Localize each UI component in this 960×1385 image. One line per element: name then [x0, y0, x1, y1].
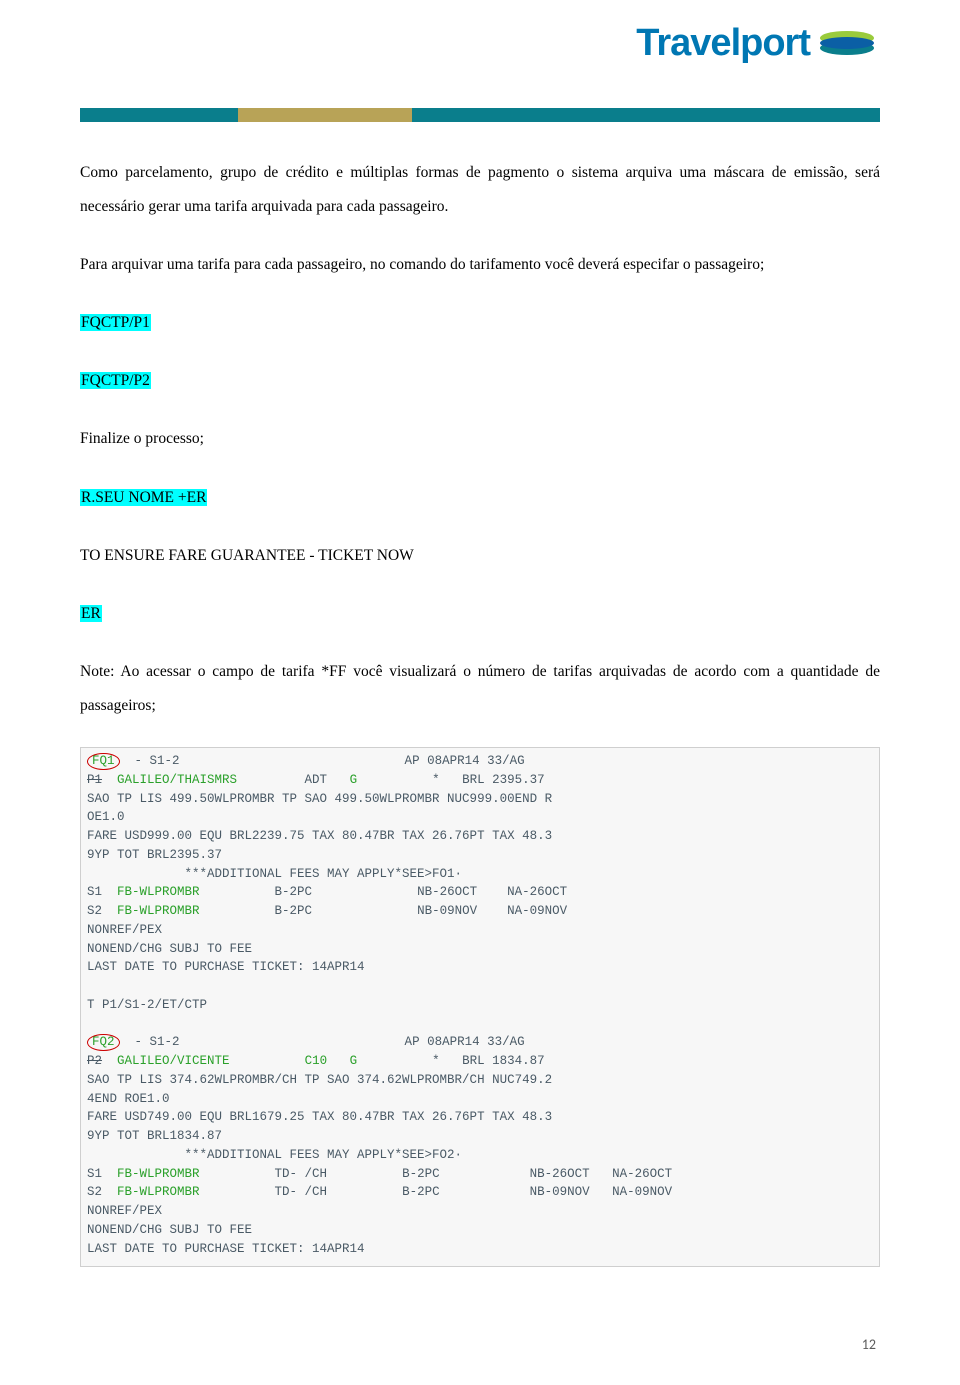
terminal-row: LAST DATE TO PURCHASE TICKET: 14APR14 [87, 958, 873, 977]
paragraph-intro: Como parcelamento, grupo de crédito e mú… [80, 156, 880, 224]
terminal-fq1-header: FQ1 - S1-2 AP 08APR14 33/AG [87, 752, 873, 771]
header-divider [80, 108, 880, 122]
command-line-1: FQCTP/P1 [80, 306, 880, 340]
terminal-row: OE1.0 [87, 808, 873, 827]
brand-logo: Travelport [636, 22, 876, 65]
terminal-row: P2 GALILEO/VICENTE C10 G * BRL 1834.87 [87, 1052, 873, 1071]
terminal-row: S1 FB-WLPROMBR B-2PC NB-26OCT NA-26OCT [87, 883, 873, 902]
terminal-row: S2 FB-WLPROMBR B-2PC NB-09NOV NA-09NOV [87, 902, 873, 921]
document-body: Como parcelamento, grupo de crédito e mú… [80, 156, 880, 1267]
fq2-circle-icon: FQ2 [87, 1034, 120, 1051]
command-line-3: R.SEU NOME +ER [80, 481, 880, 515]
terminal-row [87, 977, 873, 996]
terminal-row: NONREF/PEX [87, 1202, 873, 1221]
paragraph-instruction: Para arquivar uma tarifa para cada passa… [80, 248, 880, 282]
terminal-row: SAO TP LIS 499.50WLPROMBR TP SAO 499.50W… [87, 790, 873, 809]
brand-icon [818, 26, 876, 62]
terminal-row: NONREF/PEX [87, 921, 873, 940]
paragraph-note: Note: Ao acessar o campo de tarifa *FF v… [80, 655, 880, 723]
line-guarantee: TO ENSURE FARE GUARANTEE - TICKET NOW [80, 539, 880, 573]
terminal-row: T P1/S1-2/ET/CTP [87, 996, 873, 1015]
terminal-row: FARE USD999.00 EQU BRL2239.75 TAX 80.47B… [87, 827, 873, 846]
page-header: Travelport [0, 0, 960, 108]
terminal-fq2-header: FQ2 - S1-2 AP 08APR14 33/AG [87, 1033, 873, 1052]
terminal-row: NONEND/CHG SUBJ TO FEE [87, 940, 873, 959]
page-number: 12 [862, 1336, 876, 1353]
command-rseu: R.SEU NOME +ER [80, 489, 207, 506]
terminal-output: FQ1 - S1-2 AP 08APR14 33/AG P1 GALILEO/T… [80, 747, 880, 1267]
terminal-row: 9YP TOT BRL1834.87 [87, 1127, 873, 1146]
brand-name: Travelport [636, 22, 810, 65]
terminal-row [87, 1015, 873, 1034]
command-line-4: ER [80, 597, 880, 631]
command-er: ER [80, 605, 102, 622]
terminal-row: S1 FB-WLPROMBR TD- /CH B-2PC NB-26OCT NA… [87, 1165, 873, 1184]
terminal-row: P1 GALILEO/THAISMRS ADT G * BRL 2395.37 [87, 771, 873, 790]
terminal-row: SAO TP LIS 374.62WLPROMBR/CH TP SAO 374.… [87, 1071, 873, 1090]
terminal-row: ***ADDITIONAL FEES MAY APPLY*SEE>FO2· [87, 1146, 873, 1165]
fq1-circle-icon: FQ1 [87, 753, 120, 770]
header-divider-accent [238, 108, 412, 122]
command-line-2: FQCTP/P2 [80, 364, 880, 398]
terminal-row: ***ADDITIONAL FEES MAY APPLY*SEE>FO1· [87, 865, 873, 884]
command-fqctp-p2: FQCTP/P2 [80, 372, 151, 389]
terminal-row: LAST DATE TO PURCHASE TICKET: 14APR14 [87, 1240, 873, 1259]
line-finalize: Finalize o processo; [80, 422, 880, 456]
terminal-row: NONEND/CHG SUBJ TO FEE [87, 1221, 873, 1240]
terminal-row: 9YP TOT BRL2395.37 [87, 846, 873, 865]
command-fqctp-p1: FQCTP/P1 [80, 314, 151, 331]
terminal-row: FARE USD749.00 EQU BRL1679.25 TAX 80.47B… [87, 1108, 873, 1127]
terminal-row: S2 FB-WLPROMBR TD- /CH B-2PC NB-09NOV NA… [87, 1183, 873, 1202]
terminal-row: 4END ROE1.0 [87, 1090, 873, 1109]
